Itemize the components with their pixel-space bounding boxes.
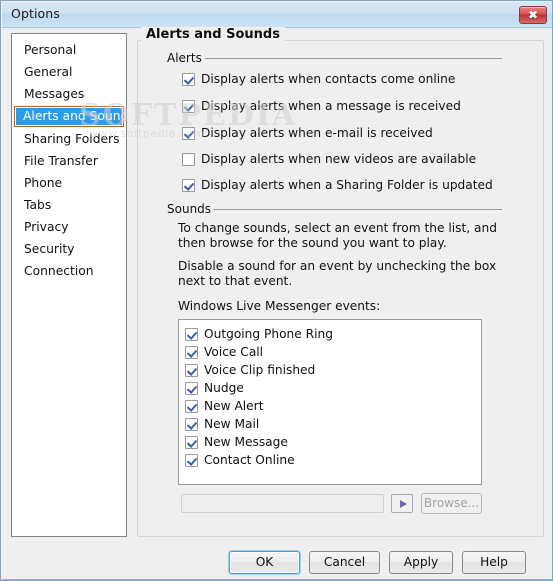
checkbox-label-contacts-online: Display alerts when contacts come online bbox=[201, 72, 456, 86]
browse-button[interactable]: Browse... bbox=[421, 493, 482, 514]
help-button[interactable]: Help bbox=[462, 551, 526, 574]
sounds-group-label: Sounds bbox=[167, 202, 215, 216]
checkbox-contact-online[interactable] bbox=[185, 453, 198, 467]
sidebar-item-privacy[interactable]: Privacy bbox=[14, 217, 124, 237]
sidebar-item-alerts-and-sounds[interactable]: Alerts and Sounds bbox=[14, 106, 126, 127]
checkbox-row-new-videos[interactable]: Display alerts when new videos are avail… bbox=[182, 152, 476, 166]
sidebar-item-tabs[interactable]: Tabs bbox=[14, 195, 124, 215]
checkbox-email-received[interactable] bbox=[182, 127, 195, 140]
checkbox-outgoing-phone-ring[interactable] bbox=[185, 327, 198, 341]
checkbox-voice-clip-finished[interactable] bbox=[185, 363, 198, 377]
play-sound-button[interactable] bbox=[391, 494, 413, 513]
list-item[interactable]: New Mail bbox=[185, 415, 481, 433]
list-item-label: New Mail bbox=[204, 417, 260, 431]
list-item[interactable]: New Message bbox=[185, 433, 481, 451]
list-item-label: Outgoing Phone Ring bbox=[204, 327, 333, 341]
list-item[interactable]: Voice Clip finished bbox=[185, 361, 481, 379]
list-item-label: Contact Online bbox=[204, 453, 295, 467]
close-button[interactable]: ✖ bbox=[519, 6, 547, 24]
checkbox-label-new-videos: Display alerts when new videos are avail… bbox=[201, 152, 477, 166]
checkbox-new-videos[interactable] bbox=[182, 153, 195, 166]
checkbox-label-message-received: Display alerts when a message is receive… bbox=[201, 99, 461, 113]
sidebar-item-file-transfer[interactable]: File Transfer bbox=[14, 151, 124, 171]
checkbox-new-alert[interactable] bbox=[185, 399, 198, 413]
ok-button[interactable]: OK bbox=[229, 551, 300, 574]
category-list[interactable]: Personal General Messages Alerts and Sou… bbox=[11, 33, 127, 537]
list-item[interactable]: New Alert bbox=[185, 397, 481, 415]
apply-button[interactable]: Apply bbox=[389, 551, 453, 574]
list-item-label: Voice Call bbox=[204, 345, 264, 359]
checkbox-contacts-online[interactable] bbox=[182, 73, 195, 86]
checkbox-label-sharing-folder-updated: Display alerts when a Sharing Folder is … bbox=[201, 178, 493, 192]
list-item[interactable]: Contact Online bbox=[185, 451, 481, 469]
list-item-label: New Alert bbox=[204, 399, 264, 413]
checkbox-new-message[interactable] bbox=[185, 435, 198, 449]
checkbox-row-email-received[interactable]: Display alerts when e-mail is received bbox=[182, 126, 433, 140]
checkbox-row-sharing-folder-updated[interactable]: Display alerts when a Sharing Folder is … bbox=[182, 178, 493, 192]
checkbox-sharing-folder-updated[interactable] bbox=[182, 179, 195, 192]
cancel-button[interactable]: Cancel bbox=[309, 551, 380, 574]
sounds-group-rule bbox=[212, 209, 502, 210]
sidebar-item-messages[interactable]: Messages bbox=[14, 84, 124, 104]
window-title: Options bbox=[11, 6, 60, 21]
events-list[interactable]: Outgoing Phone Ring Voice Call Voice Cli… bbox=[178, 319, 482, 485]
sidebar-item-security[interactable]: Security bbox=[14, 239, 124, 259]
title-bar: Options ✖ bbox=[2, 2, 552, 28]
alerts-group-label: Alerts bbox=[167, 51, 205, 65]
checkbox-row-message-received[interactable]: Display alerts when a message is receive… bbox=[182, 99, 461, 113]
list-item-label: Voice Clip finished bbox=[204, 363, 316, 377]
footer-divider bbox=[2, 579, 552, 580]
list-item-label: Nudge bbox=[204, 381, 244, 395]
play-icon bbox=[400, 500, 407, 508]
sounds-instructions-1: To change sounds, select an event from t… bbox=[178, 221, 497, 250]
sidebar-item-general[interactable]: General bbox=[14, 62, 124, 82]
checkbox-message-received[interactable] bbox=[182, 100, 195, 113]
alerts-group-rule bbox=[204, 58, 502, 59]
checkbox-voice-call[interactable] bbox=[185, 345, 198, 359]
list-item[interactable]: Voice Call bbox=[185, 343, 481, 361]
close-icon: ✖ bbox=[527, 8, 539, 22]
sidebar-item-sharing-folders[interactable]: Sharing Folders bbox=[14, 129, 124, 149]
sidebar-item-connection[interactable]: Connection bbox=[14, 261, 124, 281]
checkbox-row-contacts-online[interactable]: Display alerts when contacts come online bbox=[182, 72, 455, 86]
checkbox-new-mail[interactable] bbox=[185, 417, 198, 431]
list-item-label: New Message bbox=[204, 435, 288, 449]
events-list-label: Windows Live Messenger events: bbox=[178, 299, 381, 313]
options-dialog: Options ✖ Personal General Messages Aler… bbox=[0, 0, 553, 581]
sound-path-input[interactable] bbox=[181, 494, 384, 513]
checkbox-nudge[interactable] bbox=[185, 381, 198, 395]
list-item[interactable]: Outgoing Phone Ring bbox=[185, 325, 481, 343]
sidebar-item-personal[interactable]: Personal bbox=[14, 40, 124, 60]
sidebar-item-phone[interactable]: Phone bbox=[14, 173, 124, 193]
sounds-instructions-2: Disable a sound for an event by unchecki… bbox=[178, 259, 497, 288]
checkbox-label-email-received: Display alerts when e-mail is received bbox=[201, 126, 433, 140]
page-title: Alerts and Sounds bbox=[141, 27, 285, 42]
list-item[interactable]: Nudge bbox=[185, 379, 481, 397]
